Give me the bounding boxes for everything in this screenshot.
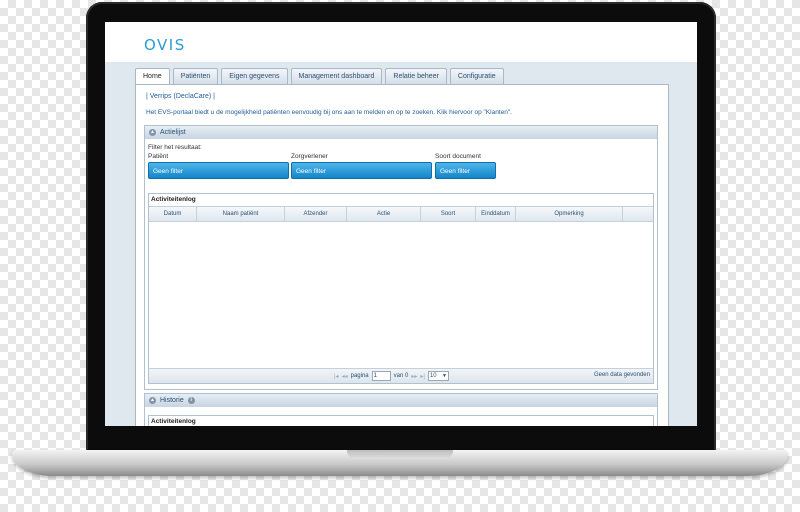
tab-relatie-beheer[interactable]: Relatie beheer xyxy=(385,68,447,84)
tab-eigen-gegevens[interactable]: Eigen gegevens xyxy=(221,68,288,84)
historie-body: Activiteitenlog xyxy=(144,407,658,426)
home-panel: | Verrips (DeclaCare) | Het EVS-portaal … xyxy=(135,84,669,426)
page-size-value: 10 xyxy=(429,373,437,379)
column-header-soort[interactable]: Soort xyxy=(421,207,476,221)
breadcrumb: | Verrips (DeclaCare) | xyxy=(146,93,215,100)
last-page-icon[interactable]: ▸| xyxy=(420,373,425,380)
main-tabs: Home Patiënten Eigen gegevens Management… xyxy=(135,68,507,85)
actielijst-title: Actielijst xyxy=(160,129,186,136)
actielijst-header[interactable]: ▲ Actielijst xyxy=(144,125,658,140)
filter-patient-button[interactable]: Geen filter xyxy=(148,162,289,179)
next-page-icon[interactable]: ▸▸ xyxy=(411,373,417,380)
grid-header: Datum Naam patiënt Afzender Actie Soort … xyxy=(149,207,653,222)
actielijst-body: Filter het resultaat: Patiënt Geen filte… xyxy=(144,139,658,390)
filter-soort-document-button[interactable]: Geen filter xyxy=(435,162,496,179)
filter-zorgverlener: Zorgverlener Geen filter xyxy=(291,153,432,179)
collapse-icon[interactable]: ▲ xyxy=(149,396,156,404)
empty-message: Geen data gevonden xyxy=(593,372,650,378)
column-header-datum[interactable]: Datum xyxy=(149,207,197,221)
app-header: OVIS xyxy=(105,22,697,62)
column-header-actie[interactable]: Actie xyxy=(347,207,421,221)
filter-soort-document: Soort document Geen filter xyxy=(435,153,496,179)
app-body: Home Patiënten Eigen gegevens Management… xyxy=(105,62,697,426)
column-header-naam-patient[interactable]: Naam patiënt xyxy=(197,207,285,221)
historie-grid: Activiteitenlog xyxy=(148,415,654,426)
app-logo[interactable]: OVIS xyxy=(144,36,186,54)
historie-title: Historie xyxy=(160,397,184,404)
filter-patient: Patiënt Geen filter xyxy=(148,153,289,179)
column-header-afzender[interactable]: Afzender xyxy=(285,207,347,221)
collapse-icon[interactable]: ▲ xyxy=(149,128,156,136)
filter-label: Zorgverlener xyxy=(291,153,328,160)
chevron-down-icon: ▼ xyxy=(441,373,447,379)
filter-label: Soort document xyxy=(435,153,481,160)
column-header-opmerking[interactable]: Opmerking xyxy=(516,207,623,221)
grid-title: Activiteitenlog xyxy=(149,194,653,207)
tab-configuratie[interactable]: Configuratie xyxy=(449,68,504,84)
historie-grid-title: Activiteitenlog xyxy=(149,416,653,426)
intro-text: Het EVS-portaal biedt u de mogelijkheid … xyxy=(146,109,512,116)
pager: |◂ ◂◂ pagina 1 van 0 ▸▸ ▸| 10 ▼ xyxy=(334,371,449,381)
page-count: van 0 xyxy=(393,373,409,379)
grid-footer: |◂ ◂◂ pagina 1 van 0 ▸▸ ▸| 10 ▼ Geen data… xyxy=(149,368,653,383)
screen: OVIS Home Patiënten Eigen gegevens Manag… xyxy=(105,22,697,426)
page-label: pagina xyxy=(350,373,369,379)
activiteitenlog-grid: Activiteitenlog Datum Naam patiënt Afzen… xyxy=(148,193,654,384)
prev-page-icon[interactable]: ◂◂ xyxy=(342,373,348,380)
laptop-notch xyxy=(347,450,453,459)
page-size-select[interactable]: 10 ▼ xyxy=(427,371,449,381)
column-header-einddatum[interactable]: Einddatum xyxy=(476,207,516,221)
filter-label: Patiënt xyxy=(148,153,169,160)
column-header-spacer xyxy=(623,207,651,221)
tab-home[interactable]: Home xyxy=(135,68,170,85)
page-input[interactable]: 1 xyxy=(371,371,391,381)
filter-title: Filter het resultaat: xyxy=(148,144,202,151)
tab-management-dashboard[interactable]: Management dashboard xyxy=(290,68,383,84)
tab-patienten[interactable]: Patiënten xyxy=(172,68,219,84)
filter-zorgverlener-button[interactable]: Geen filter xyxy=(291,162,432,179)
historie-header[interactable]: ▲ Historie i xyxy=(144,393,658,408)
info-icon[interactable]: i xyxy=(187,396,195,404)
first-page-icon[interactable]: |◂ xyxy=(334,373,339,380)
